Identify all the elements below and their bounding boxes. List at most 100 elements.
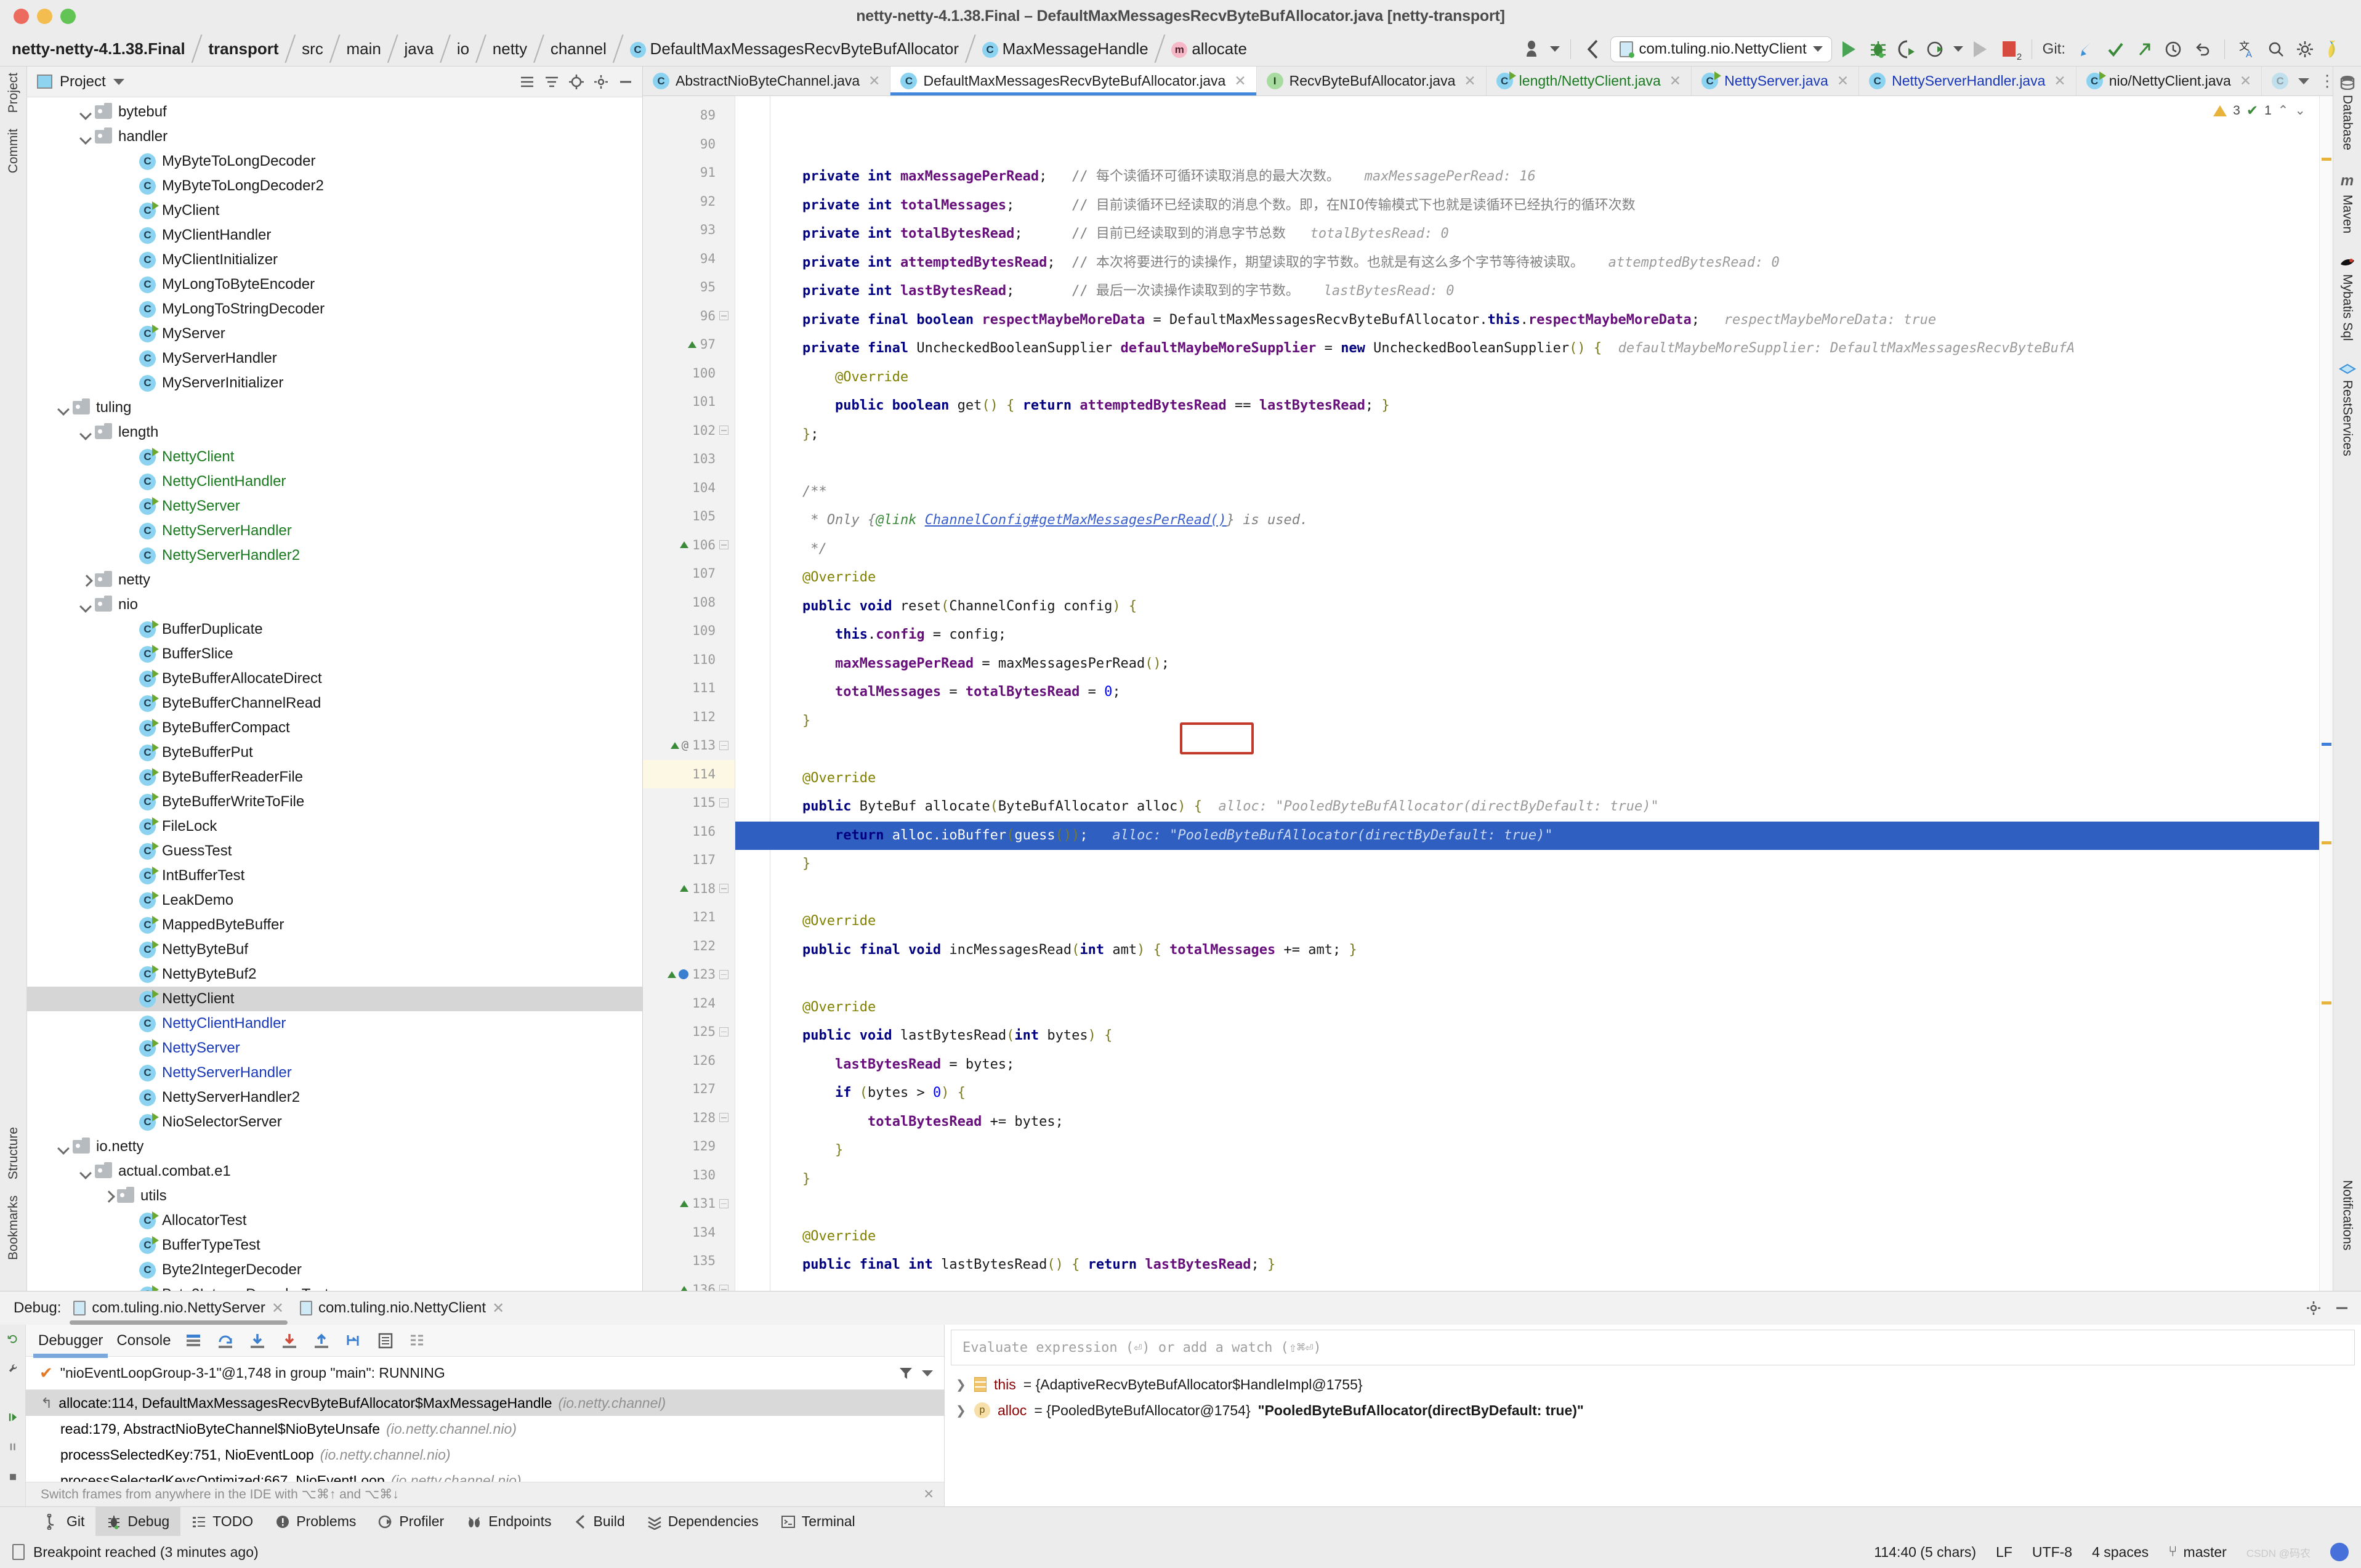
chevron-down-icon[interactable] <box>57 401 70 414</box>
gutter-line[interactable]: 124 <box>643 989 735 1018</box>
breadcrumb-item[interactable]: java <box>402 39 437 59</box>
tool-window-button-endpoints[interactable]: Endpoints <box>455 1507 562 1537</box>
tree-node[interactable]: C MyClientInitializer <box>27 248 642 272</box>
code-line[interactable]: public void reset(ChannelConfig config) … <box>735 592 2319 621</box>
tree-node[interactable]: C MyServerHandler <box>27 346 642 371</box>
rail-item-database[interactable]: Database <box>2339 75 2355 150</box>
gutter-line[interactable]: 126 <box>643 1046 735 1075</box>
debugger-toolbar[interactable]: Debugger Console <box>26 1325 944 1358</box>
chevron-down-icon[interactable] <box>57 1140 70 1154</box>
thread-filter[interactable] <box>898 1366 944 1381</box>
gutter-markers[interactable] <box>680 1286 689 1291</box>
code-line[interactable]: /** <box>735 478 2319 507</box>
rail-item-structure[interactable]: Structure <box>6 1127 21 1179</box>
tree-node[interactable]: C BufferDuplicate <box>27 617 642 642</box>
code-line[interactable]: */ <box>735 535 2319 564</box>
breadcrumb-item[interactable]: main <box>344 39 384 59</box>
gutter-line[interactable]: 101 <box>643 387 735 416</box>
gutter-line[interactable]: 136 <box>643 1275 735 1291</box>
tree-node[interactable]: C MyServer <box>27 321 642 346</box>
stripe-mark-warning[interactable] <box>2322 1001 2331 1004</box>
chevron-down-icon[interactable] <box>79 105 92 119</box>
debug-action-rail[interactable] <box>0 1325 26 1506</box>
code-view[interactable]: private int maxMessagePerRead; // 每个读循环可… <box>735 96 2319 1291</box>
code-line[interactable] <box>735 735 2319 764</box>
gutter-line[interactable]: 129 <box>643 1132 735 1161</box>
code-line[interactable] <box>735 879 2319 908</box>
tree-node[interactable]: C NettyServerHandler <box>27 1061 642 1085</box>
gutter-line[interactable]: 125 <box>643 1017 735 1046</box>
breadcrumb-item[interactable]: transport <box>205 39 281 59</box>
code-line[interactable]: private int attemptedBytesRead; // 本次将要进… <box>735 249 2319 278</box>
tool-window-bar[interactable]: Git Debug TODO Problems Profiler Endpoints Bui… <box>0 1506 2361 1537</box>
editor-tab[interactable]: Clength/NettyClient.java ✕ <box>1487 67 1692 95</box>
stripe-mark-caret[interactable] <box>2322 743 2331 746</box>
close-tab-icon[interactable]: ✕ <box>1837 73 1849 89</box>
tool-window-button-build[interactable]: Build <box>563 1507 636 1537</box>
gutter-line[interactable]: 128 <box>643 1104 735 1133</box>
override-marker-icon[interactable] <box>680 885 689 892</box>
code-line[interactable]: lastBytesRead = bytes; <box>735 1051 2319 1080</box>
code-line[interactable] <box>735 1194 2319 1222</box>
tool-window-button-git[interactable]: Git <box>34 1507 95 1537</box>
profiler-dropdown-icon[interactable] <box>1549 46 1560 52</box>
gutter-line[interactable]: 111 <box>643 674 735 703</box>
tree-node[interactable]: C NettyServer <box>27 1036 642 1061</box>
run-button[interactable] <box>1838 38 1861 61</box>
tool-window-button-terminal[interactable]: Terminal <box>770 1507 866 1537</box>
tree-node[interactable]: nio <box>27 592 642 617</box>
chevron-down-icon[interactable] <box>79 426 92 439</box>
close-tab-icon[interactable]: ✕ <box>868 73 880 89</box>
run-configuration-selector[interactable]: com.tuling.nio.NettyClient <box>1610 36 1832 62</box>
chevron-down-icon[interactable] <box>922 1370 933 1376</box>
stack-frame[interactable]: read:179, AbstractNioByteChannel$NioByte… <box>26 1416 944 1442</box>
gutter-line[interactable]: 91 <box>643 158 735 187</box>
code-line[interactable] <box>735 1280 2319 1291</box>
code-line[interactable]: if (bytes > 0) { <box>735 1079 2319 1108</box>
tool-window-button-debug[interactable]: Debug <box>95 1506 181 1537</box>
close-tab-icon[interactable]: ✕ <box>2054 73 2065 89</box>
tree-node[interactable]: C MyByteToLongDecoder2 <box>27 174 642 198</box>
tree-node[interactable]: C GuessTest <box>27 839 642 863</box>
tree-node[interactable]: bytebuf <box>27 100 642 124</box>
code-line[interactable]: @Override <box>735 363 2319 392</box>
current-code-line[interactable]: return alloc.ioBuffer(guess()); alloc: "… <box>735 821 2319 850</box>
rail-item-maven[interactable]: m Maven <box>2340 172 2355 233</box>
tree-node[interactable]: netty <box>27 568 642 592</box>
tree-node[interactable]: C MyClientHandler <box>27 223 642 248</box>
stack-frame[interactable]: processSelectedKey:751, NioEventLoop (io.… <box>26 1442 944 1468</box>
fold-icon[interactable] <box>719 426 728 435</box>
gutter-line[interactable]: 118 <box>643 875 735 903</box>
code-line[interactable]: } <box>735 1136 2319 1165</box>
code-line[interactable]: maxMessagePerRead = maxMessagesPerRead()… <box>735 650 2319 679</box>
usage-marker-icon[interactable]: @ <box>682 738 688 752</box>
tree-node[interactable]: C ByteBufferChannelRead <box>27 691 642 716</box>
tree-node[interactable]: C MyClient <box>27 198 642 223</box>
gutter-line[interactable]: @113 <box>643 731 735 760</box>
gutter-line[interactable]: 130 <box>643 1161 735 1190</box>
tree-node[interactable]: C ByteBufferPut <box>27 740 642 765</box>
code-line[interactable]: @Override <box>735 564 2319 592</box>
gutter-line[interactable]: 93 <box>643 216 735 244</box>
tree-node[interactable]: C ByteBufferReaderFile <box>27 765 642 790</box>
profile-button[interactable] <box>1924 38 1948 61</box>
code-line[interactable]: private final boolean respectMaybeMoreDa… <box>735 306 2319 335</box>
tree-node[interactable]: C NioSelectorServer <box>27 1110 642 1134</box>
code-line[interactable]: @Override <box>735 764 2319 793</box>
chevron-down-icon[interactable] <box>79 1165 92 1178</box>
override-marker-icon[interactable] <box>680 1286 689 1291</box>
code-line[interactable]: private int totalBytesRead; // 目前已经读取到的消… <box>735 220 2319 249</box>
code-line[interactable]: totalBytesRead += bytes; <box>735 1108 2319 1137</box>
breadcrumb-item[interactable]: C MaxMessageHandle <box>979 39 1152 59</box>
tree-node[interactable]: C NettyClientHandler <box>27 469 642 494</box>
debug-session-tab-client[interactable]: com.tuling.nio.NettyClient ✕ <box>296 1299 508 1317</box>
editor-tab[interactable]: I RecvByteBufAllocator.java ✕ <box>1257 67 1487 95</box>
gutter-line[interactable]: 121 <box>643 903 735 932</box>
chevron-right-icon[interactable] <box>79 573 92 587</box>
chevron-right-icon[interactable] <box>101 1189 115 1203</box>
gutter-line[interactable]: 135 <box>643 1247 735 1275</box>
breadcrumb-item[interactable]: netty <box>490 39 530 59</box>
chevron-up-icon[interactable]: ⌃ <box>2278 103 2289 118</box>
editor-tab-overflow[interactable]: C⋮ <box>2262 67 2333 95</box>
tab-debugger[interactable]: Debugger <box>33 1332 108 1358</box>
